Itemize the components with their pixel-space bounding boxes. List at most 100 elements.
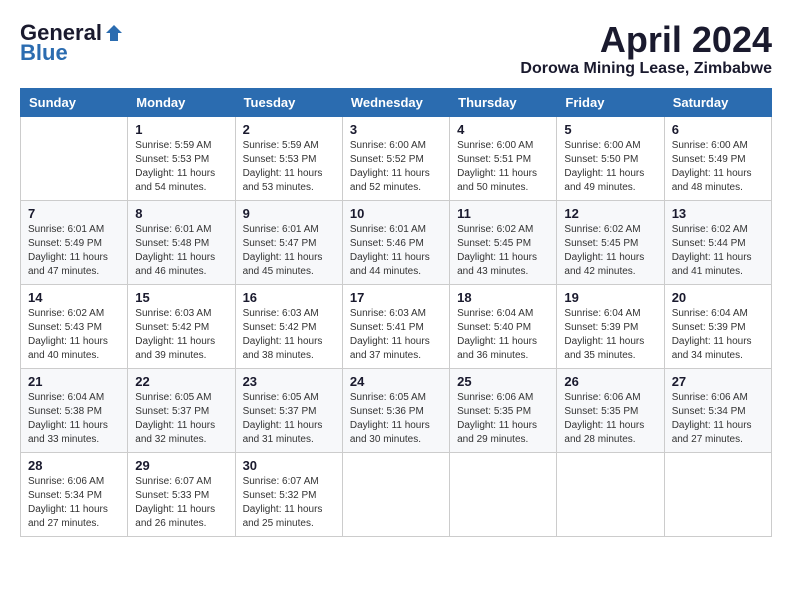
calendar-cell: 7 Sunrise: 6:01 AMSunset: 5:49 PMDaylight…: [21, 200, 128, 284]
day-info: Sunrise: 6:02 AMSunset: 5:44 PMDaylight:…: [672, 223, 764, 279]
day-info: Sunrise: 6:05 AMSunset: 5:37 PMDaylight:…: [135, 391, 227, 447]
day-number: 12: [564, 206, 656, 221]
day-number: 1: [135, 122, 227, 137]
calendar-cell: 10 Sunrise: 6:01 AMSunset: 5:46 PMDayligh…: [342, 200, 449, 284]
calendar-cell: 13 Sunrise: 6:02 AMSunset: 5:44 PMDayligh…: [664, 200, 771, 284]
day-info: Sunrise: 6:06 AMSunset: 5:34 PMDaylight:…: [28, 475, 120, 531]
day-number: 21: [28, 374, 120, 389]
day-number: 29: [135, 458, 227, 473]
calendar-cell: 21 Sunrise: 6:04 AMSunset: 5:38 PMDayligh…: [21, 368, 128, 452]
calendar-cell: 25 Sunrise: 6:06 AMSunset: 5:35 PMDayligh…: [450, 368, 557, 452]
calendar-cell: 29 Sunrise: 6:07 AMSunset: 5:33 PMDayligh…: [128, 452, 235, 536]
location-title: Dorowa Mining Lease, Zimbabwe: [520, 60, 772, 78]
day-info: Sunrise: 6:00 AMSunset: 5:52 PMDaylight:…: [350, 139, 442, 195]
day-number: 19: [564, 290, 656, 305]
logo: General Blue: [20, 20, 124, 66]
day-number: 15: [135, 290, 227, 305]
weekday-header-thursday: Thursday: [450, 88, 557, 116]
day-info: Sunrise: 6:01 AMSunset: 5:48 PMDaylight:…: [135, 223, 227, 279]
calendar-cell: [450, 452, 557, 536]
calendar-cell: 28 Sunrise: 6:06 AMSunset: 5:34 PMDayligh…: [21, 452, 128, 536]
logo-blue: Blue: [20, 40, 68, 66]
day-info: Sunrise: 6:00 AMSunset: 5:50 PMDaylight:…: [564, 139, 656, 195]
month-title: April 2024: [520, 20, 772, 60]
day-number: 3: [350, 122, 442, 137]
day-number: 4: [457, 122, 549, 137]
calendar-cell: [557, 452, 664, 536]
calendar-cell: 12 Sunrise: 6:02 AMSunset: 5:45 PMDayligh…: [557, 200, 664, 284]
day-info: Sunrise: 6:00 AMSunset: 5:49 PMDaylight:…: [672, 139, 764, 195]
day-info: Sunrise: 6:01 AMSunset: 5:46 PMDaylight:…: [350, 223, 442, 279]
calendar-cell: 9 Sunrise: 6:01 AMSunset: 5:47 PMDaylight…: [235, 200, 342, 284]
logo-icon: [104, 23, 124, 43]
day-info: Sunrise: 6:07 AMSunset: 5:33 PMDaylight:…: [135, 475, 227, 531]
day-info: Sunrise: 6:01 AMSunset: 5:49 PMDaylight:…: [28, 223, 120, 279]
day-number: 22: [135, 374, 227, 389]
day-info: Sunrise: 6:03 AMSunset: 5:42 PMDaylight:…: [243, 307, 335, 363]
calendar-cell: 27Sunrise: 6:06 AMSunset: 5:34 PMDayligh…: [664, 368, 771, 452]
calendar-week-row: 7 Sunrise: 6:01 AMSunset: 5:49 PMDaylight…: [21, 200, 772, 284]
calendar-week-row: 14 Sunrise: 6:02 AMSunset: 5:43 PMDayligh…: [21, 284, 772, 368]
day-info: Sunrise: 6:01 AMSunset: 5:47 PMDaylight:…: [243, 223, 335, 279]
calendar-cell: 14 Sunrise: 6:02 AMSunset: 5:43 PMDayligh…: [21, 284, 128, 368]
day-info: Sunrise: 6:03 AMSunset: 5:42 PMDaylight:…: [135, 307, 227, 363]
day-number: 14: [28, 290, 120, 305]
weekday-header-sunday: Sunday: [21, 88, 128, 116]
day-number: 20: [672, 290, 764, 305]
calendar-cell: 20Sunrise: 6:04 AMSunset: 5:39 PMDayligh…: [664, 284, 771, 368]
calendar-week-row: 21 Sunrise: 6:04 AMSunset: 5:38 PMDayligh…: [21, 368, 772, 452]
weekday-header-friday: Friday: [557, 88, 664, 116]
day-number: 24: [350, 374, 442, 389]
day-number: 28: [28, 458, 120, 473]
day-info: Sunrise: 6:04 AMSunset: 5:38 PMDaylight:…: [28, 391, 120, 447]
day-info: Sunrise: 5:59 AMSunset: 5:53 PMDaylight:…: [135, 139, 227, 195]
day-number: 5: [564, 122, 656, 137]
weekday-header-monday: Monday: [128, 88, 235, 116]
day-info: Sunrise: 6:02 AMSunset: 5:45 PMDaylight:…: [457, 223, 549, 279]
day-number: 6: [672, 122, 764, 137]
weekday-header-wednesday: Wednesday: [342, 88, 449, 116]
calendar-table: SundayMondayTuesdayWednesdayThursdayFrid…: [20, 88, 772, 537]
calendar-cell: [342, 452, 449, 536]
calendar-cell: 5 Sunrise: 6:00 AMSunset: 5:50 PMDaylight…: [557, 116, 664, 200]
day-info: Sunrise: 6:05 AMSunset: 5:37 PMDaylight:…: [243, 391, 335, 447]
calendar-cell: 4 Sunrise: 6:00 AMSunset: 5:51 PMDaylight…: [450, 116, 557, 200]
title-section: April 2024 Dorowa Mining Lease, Zimbabwe: [520, 20, 772, 78]
day-number: 30: [243, 458, 335, 473]
day-number: 11: [457, 206, 549, 221]
weekday-header-row: SundayMondayTuesdayWednesdayThursdayFrid…: [21, 88, 772, 116]
day-info: Sunrise: 6:03 AMSunset: 5:41 PMDaylight:…: [350, 307, 442, 363]
day-info: Sunrise: 6:02 AMSunset: 5:43 PMDaylight:…: [28, 307, 120, 363]
day-number: 23: [243, 374, 335, 389]
calendar-cell: 1 Sunrise: 5:59 AMSunset: 5:53 PMDaylight…: [128, 116, 235, 200]
day-info: Sunrise: 6:02 AMSunset: 5:45 PMDaylight:…: [564, 223, 656, 279]
weekday-header-saturday: Saturday: [664, 88, 771, 116]
calendar-cell: 22 Sunrise: 6:05 AMSunset: 5:37 PMDayligh…: [128, 368, 235, 452]
calendar-cell: 2Sunrise: 5:59 AMSunset: 5:53 PMDaylight…: [235, 116, 342, 200]
day-info: Sunrise: 6:00 AMSunset: 5:51 PMDaylight:…: [457, 139, 549, 195]
day-number: 25: [457, 374, 549, 389]
calendar-cell: 24 Sunrise: 6:05 AMSunset: 5:36 PMDayligh…: [342, 368, 449, 452]
calendar-week-row: 1 Sunrise: 5:59 AMSunset: 5:53 PMDaylight…: [21, 116, 772, 200]
day-number: 7: [28, 206, 120, 221]
calendar-cell: 23 Sunrise: 6:05 AMSunset: 5:37 PMDayligh…: [235, 368, 342, 452]
calendar-week-row: 28 Sunrise: 6:06 AMSunset: 5:34 PMDayligh…: [21, 452, 772, 536]
day-number: 10: [350, 206, 442, 221]
day-info: Sunrise: 6:06 AMSunset: 5:35 PMDaylight:…: [564, 391, 656, 447]
day-number: 2: [243, 122, 335, 137]
calendar-cell: 3 Sunrise: 6:00 AMSunset: 5:52 PMDaylight…: [342, 116, 449, 200]
day-number: 9: [243, 206, 335, 221]
day-info: Sunrise: 6:06 AMSunset: 5:34 PMDaylight:…: [672, 391, 764, 447]
day-info: Sunrise: 6:06 AMSunset: 5:35 PMDaylight:…: [457, 391, 549, 447]
day-number: 16: [243, 290, 335, 305]
weekday-header-tuesday: Tuesday: [235, 88, 342, 116]
day-info: Sunrise: 6:05 AMSunset: 5:36 PMDaylight:…: [350, 391, 442, 447]
calendar-cell: [664, 452, 771, 536]
day-info: Sunrise: 6:04 AMSunset: 5:40 PMDaylight:…: [457, 307, 549, 363]
day-number: 18: [457, 290, 549, 305]
page-header: General Blue April 2024 Dorowa Mining Le…: [20, 20, 772, 78]
day-number: 17: [350, 290, 442, 305]
calendar-cell: 8Sunrise: 6:01 AMSunset: 5:48 PMDaylight…: [128, 200, 235, 284]
day-number: 13: [672, 206, 764, 221]
day-info: Sunrise: 6:07 AMSunset: 5:32 PMDaylight:…: [243, 475, 335, 531]
